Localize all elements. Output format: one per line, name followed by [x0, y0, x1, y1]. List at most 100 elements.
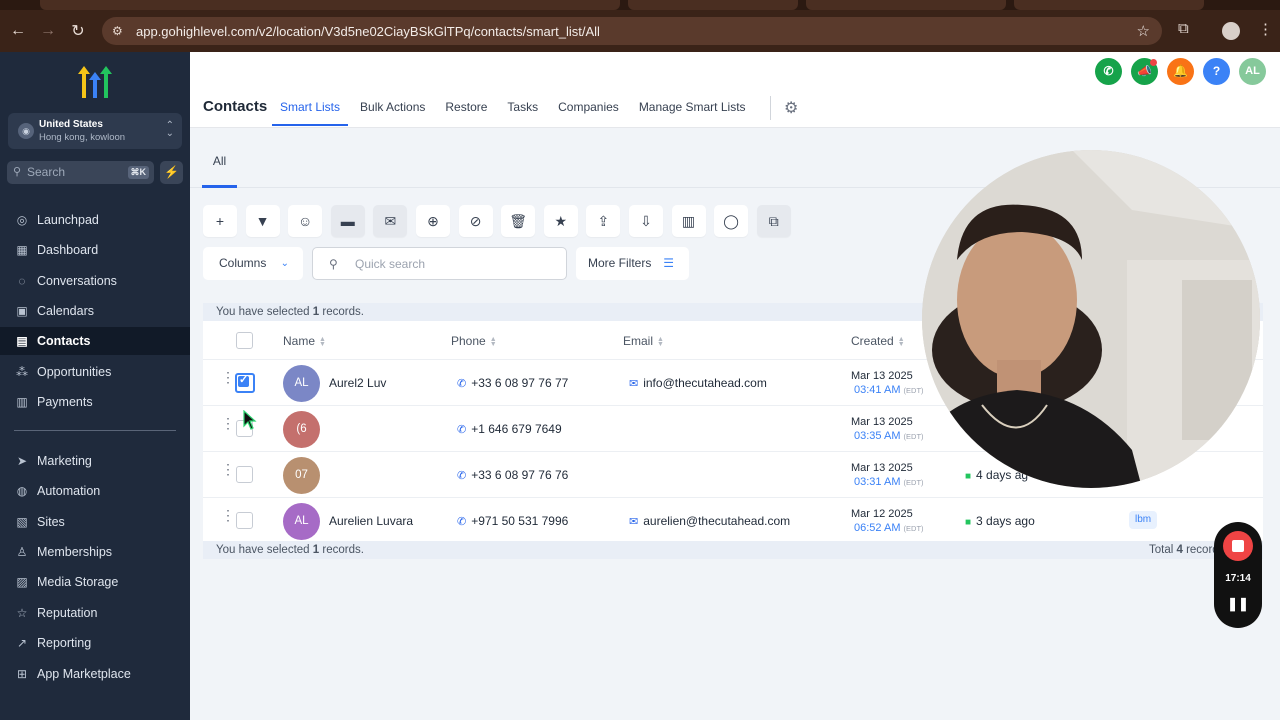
- tab-companies[interactable]: Companies: [558, 100, 619, 126]
- sidebar-item-label: Launchpad: [37, 213, 99, 227]
- address-bar[interactable]: ⚙ app.gohighlevel.com/v2/location/V3d5ne…: [102, 17, 1162, 45]
- avatar[interactable]: AL: [283, 365, 320, 402]
- bell-icon[interactable]: 🔔: [1167, 58, 1194, 85]
- contact-name[interactable]: Aurel2 Luv: [329, 376, 386, 390]
- quick-actions-bolt-icon[interactable]: ⚡: [160, 161, 183, 184]
- sidebar-item-label: Dashboard: [37, 243, 99, 257]
- sidebar-item-media-storage[interactable]: ▨ Media Storage: [0, 568, 190, 596]
- url-text: app.gohighlevel.com/v2/location/V3d5ne02…: [136, 23, 600, 39]
- sidebar-item-reputation[interactable]: ☆ Reputation: [0, 599, 190, 627]
- profile-icon[interactable]: [1222, 22, 1240, 40]
- site-settings-icon[interactable]: ⚙: [112, 24, 128, 38]
- recording-time: 17:14: [1225, 573, 1251, 584]
- sidebar-item-sites[interactable]: ▧ Sites: [0, 508, 190, 536]
- sidebar-item-app-marketplace[interactable]: ⊞ App Marketplace: [0, 660, 190, 688]
- extensions-icon[interactable]: ⧉: [1178, 20, 1189, 37]
- duplicate-icon[interactable]: ⧉: [756, 205, 791, 237]
- location-switcher[interactable]: ◉ United States Hong kong, kowloon ⌃ ⌄: [8, 113, 182, 149]
- row-checkbox[interactable]: [236, 466, 253, 483]
- user-avatar[interactable]: AL: [1239, 58, 1266, 85]
- back-icon[interactable]: ←: [3, 22, 33, 40]
- export-icon[interactable]: ⇪: [586, 205, 621, 237]
- contact-email[interactable]: ✉ info@thecutahead.com: [629, 376, 767, 390]
- drag-handle-icon[interactable]: ⋮: [221, 416, 235, 430]
- contact-name[interactable]: Aurelien Luvara: [329, 514, 413, 528]
- megaphone-icon[interactable]: 📣: [1131, 58, 1158, 85]
- columns-dropdown[interactable]: Columns ⌄: [203, 247, 303, 280]
- contact-phone[interactable]: ✆ +971 50 531 7996: [457, 514, 568, 528]
- sidebar-item-label: Reporting: [37, 636, 92, 650]
- import-icon[interactable]: ⇩: [628, 205, 663, 237]
- tab-smart-lists[interactable]: Smart Lists: [271, 100, 349, 126]
- whatsapp-icon[interactable]: ◯: [714, 205, 749, 237]
- automation-icon: ◍: [16, 484, 28, 498]
- contact-email[interactable]: ✉ aurelien@thecutahead.com: [629, 514, 790, 528]
- quick-search-input[interactable]: ⚲ Quick search: [312, 247, 567, 280]
- tab-manage-smart-lists[interactable]: Manage Smart Lists: [639, 100, 746, 126]
- plus-icon[interactable]: +: [203, 205, 237, 237]
- sidebar-item-opportunities[interactable]: ⁂ Opportunities: [0, 358, 190, 386]
- tag-remove-icon[interactable]: ⊘: [458, 205, 493, 237]
- avatar[interactable]: 07: [283, 457, 320, 494]
- sidebar-item-launchpad[interactable]: ◎ Launchpad: [0, 206, 190, 234]
- star-icon[interactable]: ★: [543, 205, 578, 237]
- trash-icon[interactable]: 🗑: [501, 205, 536, 237]
- select-all-checkbox[interactable]: [236, 332, 253, 349]
- browser-tab[interactable]: [40, 0, 620, 10]
- reload-icon[interactable]: ↻: [63, 21, 93, 41]
- phone-text: +33 6 08 97 76 77: [471, 376, 569, 390]
- contact-tag[interactable]: lbm: [1129, 511, 1158, 529]
- drag-handle-icon[interactable]: ⋮: [221, 462, 235, 476]
- header-created[interactable]: Created ▲ ▼: [851, 334, 905, 348]
- drag-handle-icon[interactable]: ⋮: [221, 508, 235, 522]
- message-icon[interactable]: ▬: [330, 205, 365, 237]
- sidebar-item-automation[interactable]: ◍ Automation: [0, 477, 190, 505]
- row-checkbox[interactable]: [235, 373, 255, 393]
- bookmark-star-icon[interactable]: ☆: [1137, 22, 1150, 40]
- browser-menu-icon[interactable]: ⋮: [1258, 20, 1273, 38]
- sidebar-item-memberships[interactable]: ♙ Memberships: [0, 538, 190, 566]
- browser-tab[interactable]: [806, 0, 1006, 10]
- contact-phone[interactable]: ✆ +33 6 08 97 76 76: [457, 468, 568, 482]
- email-icon[interactable]: ✉: [373, 205, 408, 237]
- browser-tab[interactable]: [628, 0, 798, 10]
- tag-add-icon[interactable]: ⊕: [415, 205, 450, 237]
- sidebar-item-conversations[interactable]: ◌ Conversations: [0, 267, 190, 295]
- contact-phone[interactable]: ✆ +1 646 679 7649: [457, 422, 562, 436]
- sidebar-item-contacts[interactable]: ▤ Contacts: [0, 327, 190, 355]
- browser-tab[interactable]: [1014, 0, 1204, 10]
- pause-icon[interactable]: ❚❚: [1214, 596, 1262, 612]
- header-actions: ✆ 📣 🔔 ? AL: [1095, 58, 1266, 85]
- sort-icon: ▲ ▼: [489, 335, 497, 348]
- tab-all[interactable]: All: [202, 128, 237, 188]
- tab-tasks[interactable]: Tasks: [507, 100, 538, 126]
- tab-bulk-actions[interactable]: Bulk Actions: [360, 100, 425, 126]
- gear-icon[interactable]: ⚙: [784, 98, 798, 118]
- sidebar-search[interactable]: ⚲ Search ⌘K: [7, 161, 154, 184]
- sidebar-item-calendars[interactable]: ▣ Calendars: [0, 297, 190, 325]
- bot-icon[interactable]: ☺: [288, 205, 323, 237]
- more-filters-button[interactable]: More Filters ☰: [576, 247, 689, 280]
- sidebar-item-dashboard[interactable]: ▦ Dashboard: [0, 236, 190, 264]
- table-row[interactable]: ⋮ AL Aurelien Luvara ✆ +971 50 531 7996 ✉…: [203, 497, 1263, 543]
- drag-handle-icon[interactable]: ⋮: [221, 370, 235, 384]
- stop-record-button[interactable]: [1223, 531, 1253, 561]
- header-name[interactable]: Name ▲ ▼: [283, 334, 326, 348]
- tab-restore[interactable]: Restore: [445, 100, 487, 126]
- sidebar-item-marketing[interactable]: ➤ Marketing: [0, 447, 190, 475]
- sidebar-item-reporting[interactable]: ↗ Reporting: [0, 629, 190, 657]
- forward-icon[interactable]: →: [33, 22, 63, 40]
- contact-phone[interactable]: ✆ +33 6 08 97 76 77: [457, 376, 568, 390]
- sidebar-item-payments[interactable]: ▥ Payments: [0, 388, 190, 416]
- phone-icon[interactable]: ✆: [1095, 58, 1122, 85]
- row-checkbox[interactable]: [236, 512, 253, 529]
- header-email[interactable]: Email ▲ ▼: [623, 334, 664, 348]
- avatar[interactable]: AL: [283, 503, 320, 540]
- sidebar-item-label: Calendars: [37, 304, 94, 318]
- building-icon[interactable]: ▥: [671, 205, 706, 237]
- help-icon[interactable]: ?: [1203, 58, 1230, 85]
- filter-icon[interactable]: ▼: [245, 205, 280, 237]
- header-phone[interactable]: Phone ▲ ▼: [451, 334, 497, 348]
- avatar[interactable]: (6: [283, 411, 320, 448]
- sites-icon: ▧: [16, 515, 28, 529]
